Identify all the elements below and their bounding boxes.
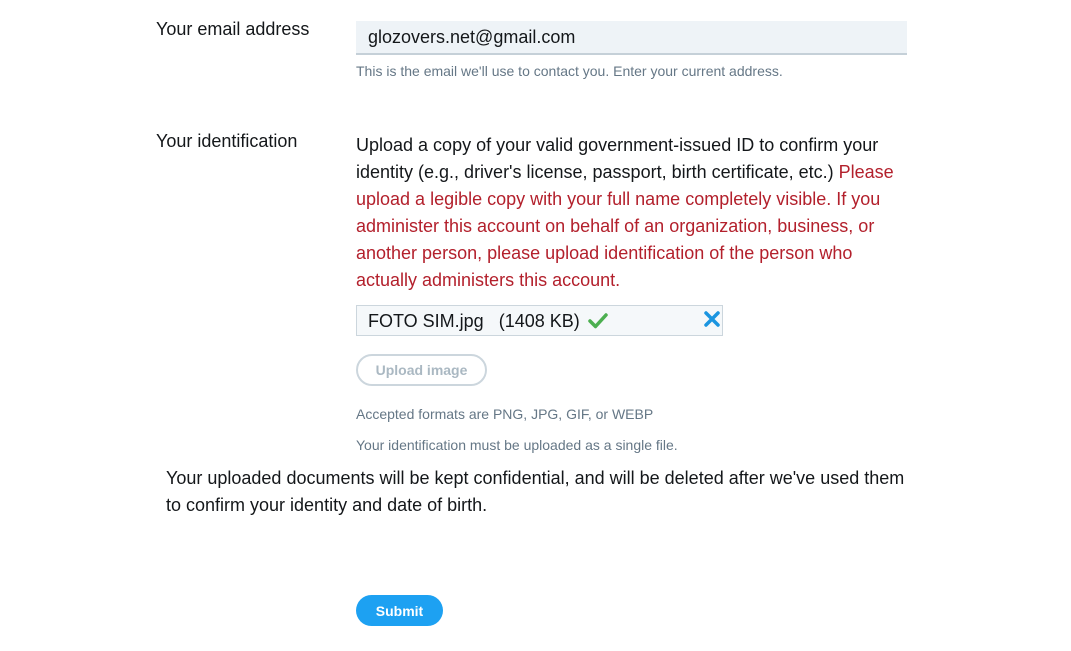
check-icon: [588, 313, 608, 329]
identification-label: Your identification: [156, 131, 298, 151]
file-name: FOTO SIM.jpg (1408 KB): [368, 311, 580, 331]
upload-image-button[interactable]: Upload image: [356, 354, 487, 386]
single-file-note: Your identification must be uploaded as …: [356, 437, 678, 453]
email-help-text: This is the email we'll use to contact y…: [356, 63, 783, 79]
instructions-text: Upload a copy of your valid government-i…: [356, 135, 879, 182]
submit-button[interactable]: Submit: [356, 595, 443, 626]
close-icon[interactable]: [703, 310, 721, 328]
uploaded-file-item: FOTO SIM.jpg (1408 KB): [356, 305, 723, 336]
confidential-note: Your uploaded documents will be kept con…: [166, 468, 905, 515]
email-field[interactable]: [356, 21, 907, 55]
file-size: (1408 KB): [498, 311, 580, 331]
identification-instructions: Upload a copy of your valid government-i…: [356, 132, 906, 294]
email-label: Your email address: [156, 19, 310, 39]
accepted-formats-note: Accepted formats are PNG, JPG, GIF, or W…: [356, 406, 654, 422]
